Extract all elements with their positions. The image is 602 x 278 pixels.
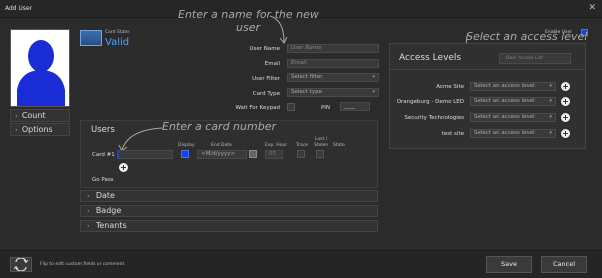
- access-levels-panel: Access Levels Door Access List Acme Site…: [389, 43, 586, 149]
- access-level-value: Select an access level: [474, 114, 535, 120]
- email-input[interactable]: Email: [287, 59, 379, 68]
- col-display: Display: [178, 143, 195, 148]
- card-number-label: Card #1: [92, 152, 115, 158]
- pin-input[interactable]: ____: [340, 102, 370, 111]
- tenants-label: Tenants: [95, 221, 127, 230]
- display-checkbox[interactable]: [181, 150, 189, 158]
- access-level-select[interactable]: Select an access level ▾: [470, 129, 556, 138]
- user-name-label: User Name: [249, 46, 280, 52]
- card-type-label: Card Type: [252, 91, 280, 97]
- chevron-right-icon: ›: [15, 112, 18, 120]
- card-state-label: Card State:: [105, 30, 131, 35]
- access-levels-title: Access Levels: [399, 53, 462, 63]
- trace-checkbox[interactable]: [297, 150, 305, 158]
- col-lost-1: Lost /: [315, 137, 328, 142]
- access-level-select[interactable]: Select an access level ▾: [470, 97, 556, 106]
- user-filter-value: Select filter: [291, 74, 323, 80]
- user-silhouette-icon: [11, 30, 69, 106]
- col-state: State: [333, 143, 345, 148]
- date-label: Date: [95, 191, 115, 200]
- annotation-enter-name-2: user: [236, 21, 260, 34]
- tenants-section-toggle[interactable]: › Tenants: [80, 220, 378, 232]
- go-pass-label: Go Pass: [92, 177, 114, 183]
- col-exp-hour: Exp. Hour: [265, 143, 288, 148]
- window-title: Add User: [5, 5, 33, 12]
- user-filter-label: User Filter: [252, 76, 280, 82]
- end-date-input[interactable]: <M/d/yyyy>: [197, 150, 247, 159]
- chevron-down-icon: ▾: [372, 74, 375, 80]
- access-level-value: Select an access level: [474, 130, 535, 136]
- chevron-down-icon: ▾: [549, 98, 552, 104]
- access-level-select[interactable]: Select an access level ▾: [470, 113, 556, 122]
- chevron-right-icon: ›: [15, 126, 18, 134]
- divider: [390, 69, 585, 70]
- access-level-value: Select an access level: [474, 83, 535, 89]
- add-access-level-button[interactable]: +: [561, 129, 570, 138]
- chevron-down-icon: ▾: [549, 130, 552, 136]
- close-icon[interactable]: ✕: [588, 3, 596, 13]
- annotation-enter-name: Enter a name for the new: [178, 8, 319, 21]
- options-label: Options: [21, 125, 53, 134]
- site-label: Orangeburg - Demo LED: [396, 99, 464, 105]
- annotation-arrow-icon: [269, 15, 288, 44]
- user-name-input[interactable]: User Name: [287, 44, 379, 53]
- card-type-value: Select type: [291, 89, 323, 95]
- door-access-list-label: Door Access List: [506, 56, 543, 61]
- chevron-down-icon: ▾: [549, 83, 552, 89]
- add-access-level-button[interactable]: +: [561, 113, 570, 122]
- access-level-select[interactable]: Select an access level ▾: [470, 82, 556, 91]
- site-label: Security Technologies: [404, 115, 464, 121]
- wait-keypad-label: Wait For Keypad: [235, 105, 280, 111]
- email-label: Email: [264, 61, 280, 67]
- users-section-title: Users: [91, 125, 115, 135]
- chevron-down-icon: ▾: [549, 114, 552, 120]
- count-button[interactable]: › Count: [10, 109, 70, 122]
- options-button[interactable]: › Options: [10, 123, 70, 136]
- door-access-list-button[interactable]: Door Access List: [499, 53, 571, 64]
- annotation-enter-card: Enter a card number: [162, 120, 276, 133]
- cancel-button[interactable]: Cancel: [541, 256, 587, 273]
- exp-hour-input[interactable]: 00: [265, 150, 283, 159]
- site-label: test site: [441, 131, 464, 137]
- wait-keypad-checkbox[interactable]: [287, 103, 295, 111]
- flip-button[interactable]: [10, 257, 32, 272]
- save-button[interactable]: Save: [486, 256, 532, 273]
- user-filter-select[interactable]: Select filter ▾: [287, 73, 379, 82]
- card-icon: [80, 30, 102, 46]
- add-access-level-button[interactable]: +: [561, 82, 570, 91]
- chevron-right-icon: ›: [87, 222, 90, 230]
- chevron-down-icon: ▾: [372, 89, 375, 95]
- date-section-toggle[interactable]: › Date: [80, 190, 378, 202]
- chevron-right-icon: ›: [87, 207, 90, 215]
- add-access-level-button[interactable]: +: [561, 97, 570, 106]
- annotation-select-access: Select an access level: [466, 30, 588, 43]
- count-label: Count: [21, 111, 46, 120]
- col-end-date: End Date: [211, 143, 232, 148]
- flip-icon: [13, 257, 29, 272]
- lost-stolen-checkbox[interactable]: [316, 150, 324, 158]
- col-stolen: Stolen: [314, 143, 329, 148]
- card-type-select[interactable]: Select type ▾: [287, 88, 379, 97]
- bottom-bar: Flip to edit custom fields or comment Sa…: [0, 250, 602, 278]
- add-card-button[interactable]: +: [119, 163, 128, 172]
- badge-section-toggle[interactable]: › Badge: [80, 205, 378, 217]
- chevron-right-icon: ›: [87, 192, 90, 200]
- col-trace: Trace: [296, 143, 308, 148]
- site-label: Acme Site: [436, 84, 464, 90]
- badge-label: Badge: [95, 206, 122, 215]
- access-level-value: Select an access level: [474, 98, 535, 104]
- card-number-input[interactable]: [117, 150, 173, 159]
- card-state-value: Valid: [105, 37, 130, 48]
- user-photo[interactable]: [10, 29, 70, 107]
- flip-hint: Flip to edit custom fields or comment: [40, 262, 125, 267]
- calendar-icon[interactable]: [249, 150, 257, 158]
- pin-label: PIN: [320, 105, 330, 111]
